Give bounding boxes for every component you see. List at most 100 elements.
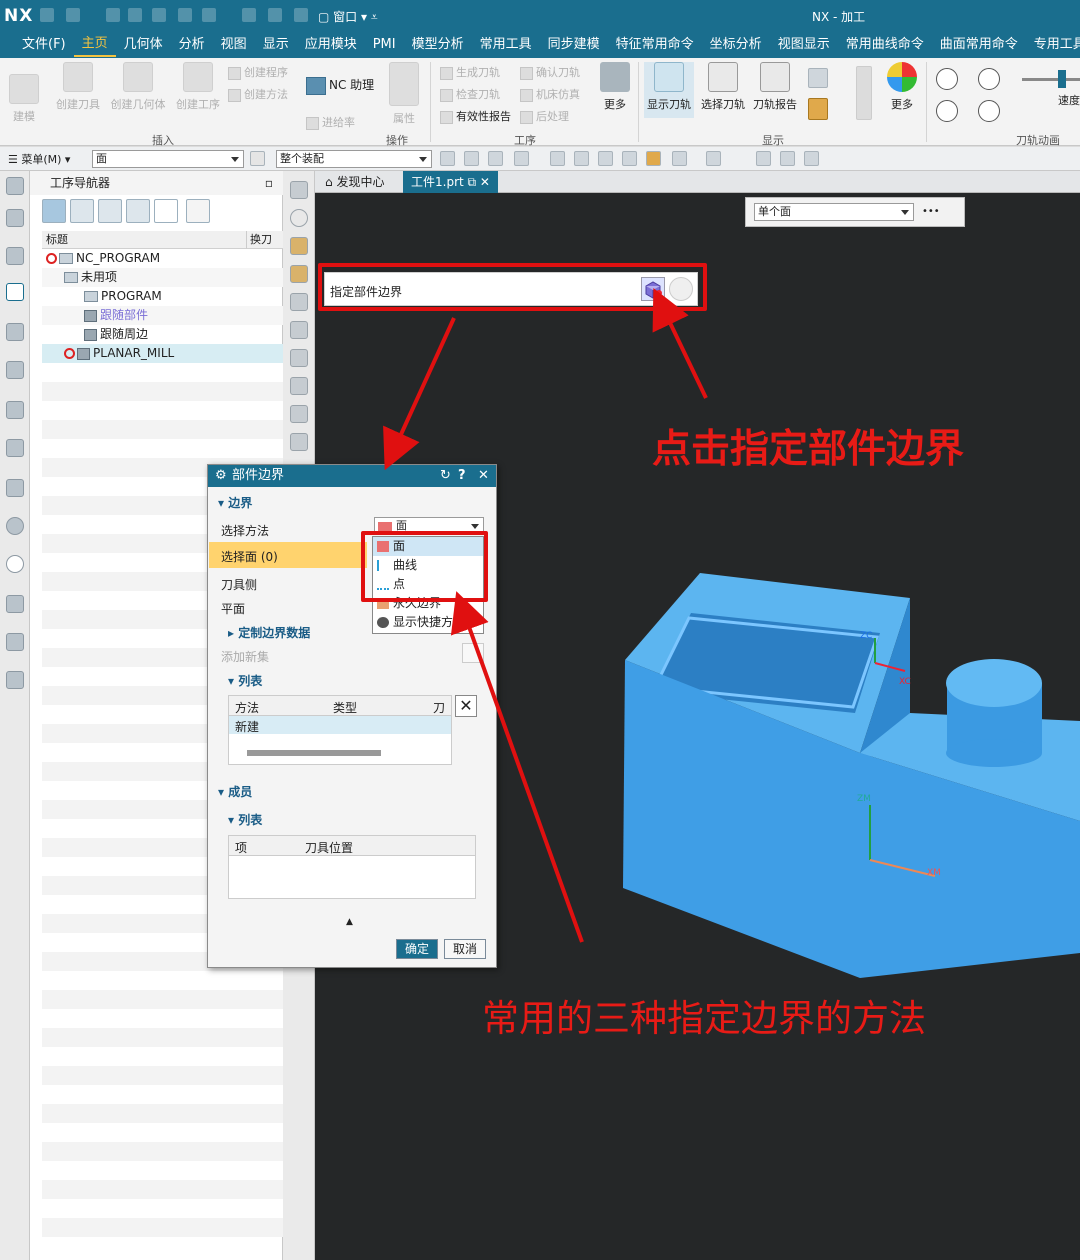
delete-icon[interactable] <box>178 8 192 22</box>
tab-12[interactable]: 坐标分析 <box>702 32 770 58</box>
create-method-button[interactable]: 创建方法 <box>228 86 288 102</box>
speed-slider-handle[interactable] <box>1058 70 1066 88</box>
program-order-view-icon[interactable] <box>42 199 66 223</box>
layer-icon[interactable] <box>202 8 216 22</box>
close-tab-icon[interactable]: ✕ <box>480 175 490 189</box>
cancel-button[interactable]: 取消 <box>444 939 486 959</box>
tool-display-icon[interactable] <box>808 98 828 120</box>
tab-5[interactable]: 显示 <box>255 32 297 58</box>
collapse-icon[interactable] <box>186 199 210 223</box>
navigator-row[interactable]: PROGRAM <box>42 287 283 306</box>
view-icon-1[interactable] <box>756 151 771 166</box>
rotate-icon[interactable] <box>290 209 308 227</box>
feature-navigator-icon[interactable] <box>6 361 24 379</box>
tab-3[interactable]: 分析 <box>171 32 213 58</box>
select-face-row[interactable]: 选择面 (0) <box>209 542 367 568</box>
history-icon[interactable] <box>6 555 24 573</box>
measure-icon[interactable] <box>290 237 308 255</box>
path-icon[interactable] <box>290 405 308 423</box>
create-operation-button[interactable]: 创建工序 <box>172 62 224 112</box>
tab-9[interactable]: 常用工具 <box>472 32 540 58</box>
build-button[interactable]: 建模 <box>6 74 42 124</box>
snap-icon-10[interactable] <box>672 151 687 166</box>
tab-14[interactable]: 常用曲线命令 <box>838 32 932 58</box>
part-navigator-icon[interactable] <box>6 209 24 227</box>
hd3d-icon[interactable] <box>6 479 24 497</box>
roles-icon[interactable] <box>6 671 24 689</box>
geometry-view-icon[interactable] <box>98 199 122 223</box>
step-backward-icon[interactable] <box>936 100 958 122</box>
more-options-button[interactable]: ••• <box>922 206 940 217</box>
speed-slider[interactable] <box>1022 78 1080 81</box>
check-path-button[interactable]: 检查刀轨 <box>440 86 500 102</box>
tab-0[interactable]: 文件(F) <box>14 32 74 58</box>
validity-report-button[interactable]: 有效性报告 <box>440 108 511 124</box>
add-new-set-button[interactable] <box>462 643 484 663</box>
process-studio-icon[interactable] <box>6 633 24 651</box>
members-section-header[interactable]: ▾ 成员 <box>218 783 252 800</box>
brush-icon[interactable] <box>290 265 308 283</box>
snap-icon-11[interactable] <box>706 151 721 166</box>
path-report-button[interactable]: 刀轨报告 <box>750 62 800 112</box>
info-icon[interactable] <box>290 433 308 451</box>
navigator-row[interactable]: 跟随部件 <box>42 306 283 325</box>
assembly-navigator-icon[interactable] <box>6 247 24 265</box>
snap-icon-9[interactable] <box>646 151 661 166</box>
members-list-header[interactable]: ▾ 列表 <box>228 811 262 828</box>
collapse-arrow-icon[interactable]: ▲ <box>346 917 353 927</box>
step-forward-icon[interactable] <box>978 100 1000 122</box>
tab-1[interactable]: 主页 <box>73 33 116 57</box>
snap-icon-8[interactable] <box>622 151 637 166</box>
tab-8[interactable]: 模型分析 <box>404 32 472 58</box>
machining-method-view-icon[interactable] <box>126 199 150 223</box>
tab-16[interactable]: 专用工具 <box>1026 32 1080 58</box>
check-geometry-icon[interactable] <box>290 377 308 395</box>
tab-6[interactable]: 应用模块 <box>297 32 365 58</box>
touch-mode-icon[interactable] <box>268 8 282 22</box>
type-filter-select[interactable]: 面 <box>92 150 244 168</box>
cut-icon[interactable] <box>106 8 120 22</box>
remove-item-button[interactable]: ✕ <box>455 695 477 717</box>
expand-icon[interactable] <box>154 199 178 223</box>
tab-10[interactable]: 同步建模 <box>540 32 608 58</box>
reset-icon[interactable]: ↻ <box>440 465 451 487</box>
method-option[interactable]: 显示快捷方 <box>373 613 483 632</box>
post-process-button[interactable]: 后处理 <box>520 108 569 124</box>
view-icon-3[interactable] <box>804 151 819 166</box>
machine-tool-view-icon[interactable] <box>70 199 94 223</box>
snap-icon-4[interactable] <box>514 151 529 166</box>
create-program-button[interactable]: 创建程序 <box>228 64 288 80</box>
settings-icon[interactable] <box>6 177 24 195</box>
reuse-library-icon[interactable] <box>6 439 24 457</box>
generate-path-button[interactable]: 生成刀轨 <box>440 64 500 80</box>
navigator-row[interactable]: 未用项 <box>42 268 283 287</box>
feed-rate-button[interactable]: 进给率 <box>306 114 355 130</box>
machine-navigator-icon[interactable] <box>6 323 24 341</box>
section-icon[interactable] <box>290 293 308 311</box>
tab-discovery-center[interactable]: ⌂ 发现中心 <box>317 171 392 193</box>
more-process-button[interactable]: 更多 <box>598 62 632 112</box>
more-display-button[interactable]: 更多 <box>882 62 922 112</box>
nc-assistant-button[interactable]: NC 助理 <box>306 76 374 95</box>
boundary-list-row[interactable]: 新建 <box>229 716 451 734</box>
system-materials-icon[interactable] <box>6 595 24 613</box>
properties-button[interactable]: 属性 <box>388 62 420 126</box>
microphone-icon[interactable] <box>242 8 256 22</box>
switch-window-icon[interactable] <box>294 8 308 22</box>
snap-icon-2[interactable] <box>464 151 479 166</box>
tab-13[interactable]: 视图显示 <box>770 32 838 58</box>
orient-icon[interactable] <box>290 181 308 199</box>
list-section-header[interactable]: ▾ 列表 <box>228 672 262 689</box>
select-path-button[interactable]: 选择刀轨 <box>698 62 748 112</box>
snap-icon-7[interactable] <box>598 151 613 166</box>
window-menu[interactable]: ▢ 窗口 ▾ ⩡ <box>318 8 378 25</box>
create-geometry-button[interactable]: 创建几何体 <box>108 62 168 112</box>
filter-icon[interactable] <box>250 151 265 166</box>
redo-icon[interactable] <box>66 8 80 22</box>
snap-icon-3[interactable] <box>488 151 503 166</box>
ok-button[interactable]: 确定 <box>396 939 438 959</box>
operation-navigator-icon[interactable] <box>6 283 24 301</box>
navigator-row[interactable]: PLANAR_MILL <box>42 344 283 363</box>
play-forward-icon[interactable] <box>978 68 1000 90</box>
verify-path-button[interactable]: 确认刀轨 <box>520 64 580 80</box>
